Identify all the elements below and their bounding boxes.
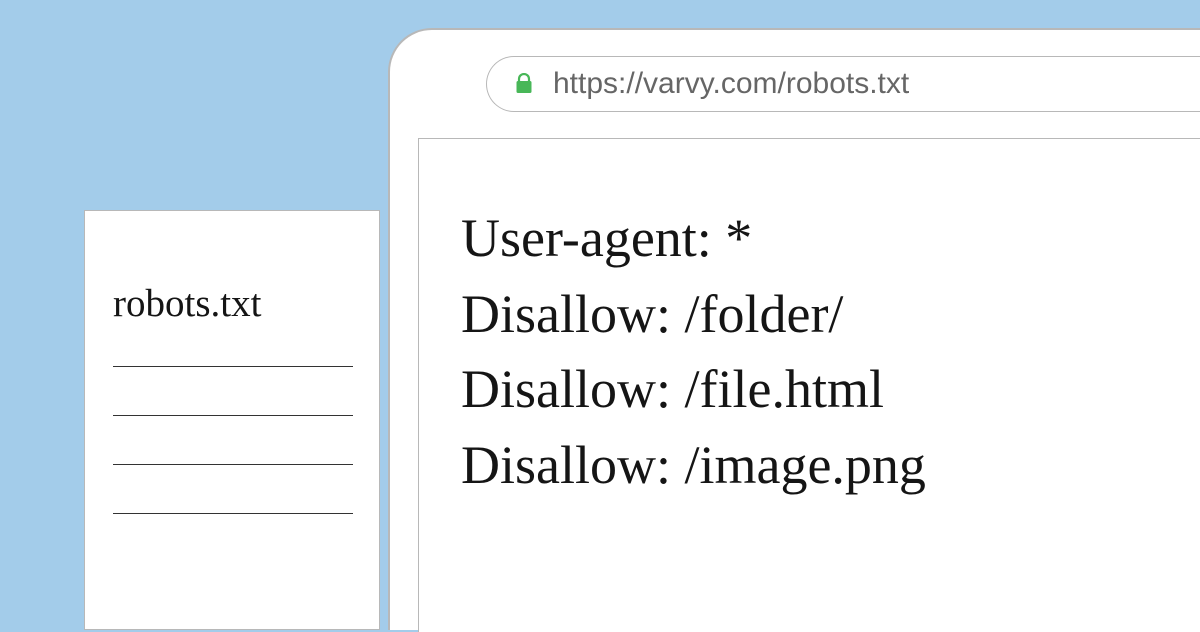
robots-line: Disallow: /image.png: [461, 428, 1160, 504]
document-page: robots.txt: [84, 210, 380, 630]
robots-line: Disallow: /folder/: [461, 277, 1160, 353]
browser-window: https://varvy.com/robots.txt User-agent:…: [388, 28, 1200, 630]
document-rule-line: [113, 366, 353, 367]
document-rule-line: [113, 415, 353, 416]
browser-content: User-agent: * Disallow: /folder/ Disallo…: [418, 138, 1200, 632]
robots-line: User-agent: *: [461, 201, 1160, 277]
robots-line: Disallow: /file.html: [461, 352, 1160, 428]
lock-icon: [515, 73, 533, 95]
document-rule-line: [113, 464, 353, 465]
url-text: https://varvy.com/robots.txt: [553, 67, 909, 101]
document-title: robots.txt: [113, 281, 351, 326]
address-bar[interactable]: https://varvy.com/robots.txt: [486, 56, 1200, 112]
document-rule-line: [113, 513, 353, 514]
